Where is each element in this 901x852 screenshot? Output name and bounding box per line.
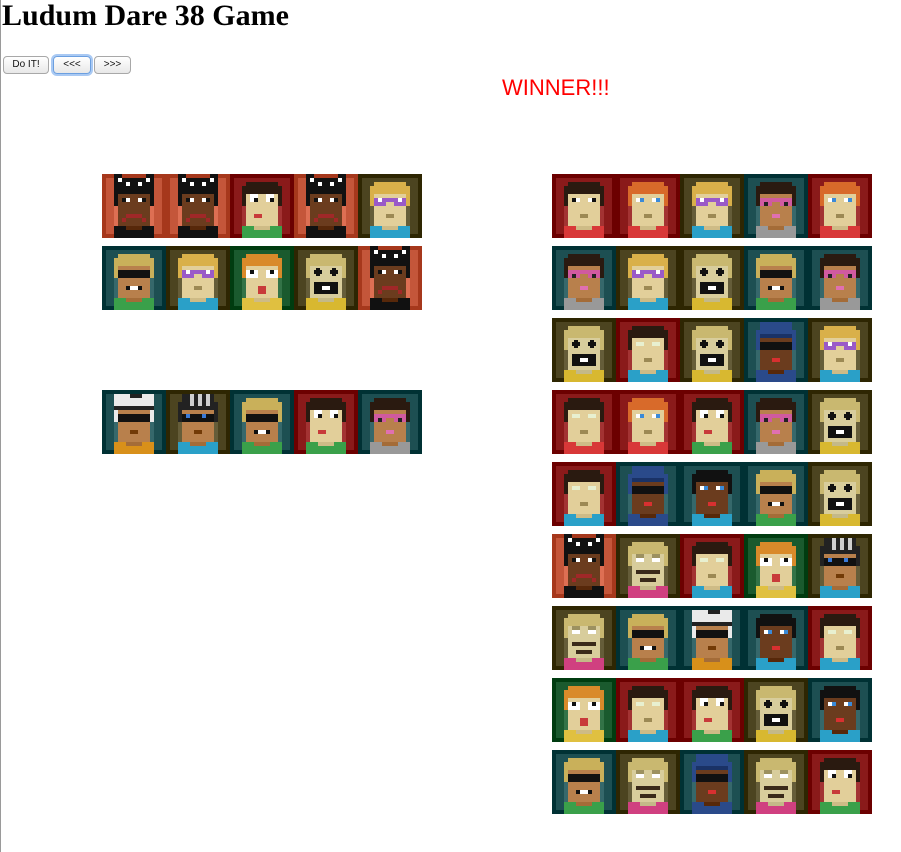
page-title: Ludum Dare 38 Game (2, 0, 289, 32)
right-team-avatar (680, 750, 744, 814)
right-team-avatar (744, 750, 808, 814)
right-team-avatar (808, 606, 872, 670)
left-team-avatar (230, 246, 294, 310)
right-team-avatar (808, 174, 872, 238)
right-team-avatar (552, 246, 616, 310)
right-team-row (552, 606, 872, 670)
right-team-row (552, 750, 872, 814)
right-team-avatar (616, 246, 680, 310)
right-team-avatar (744, 678, 808, 742)
right-team-avatar (552, 534, 616, 598)
right-team-avatar (680, 462, 744, 526)
right-team-avatar (616, 750, 680, 814)
left-team-avatar (102, 174, 166, 238)
right-team-avatar (744, 606, 808, 670)
left-team-row (102, 246, 422, 310)
right-team-avatar (552, 174, 616, 238)
left-team-avatar (358, 174, 422, 238)
right-team-avatar (552, 606, 616, 670)
right-team-avatar (680, 246, 744, 310)
right-team-row (552, 174, 872, 238)
left-team-avatar (358, 390, 422, 454)
right-team-avatar (680, 606, 744, 670)
do-it-button[interactable]: Do IT! (3, 56, 49, 74)
left-team-row (102, 174, 422, 238)
right-team-avatar (680, 174, 744, 238)
window-left-edge (0, 0, 1, 852)
right-team-avatar (616, 318, 680, 382)
right-team-avatar (552, 390, 616, 454)
right-team-row (552, 390, 872, 454)
right-team-avatar (680, 678, 744, 742)
right-team-avatar (808, 534, 872, 598)
left-team-avatar (294, 174, 358, 238)
right-team-avatar (744, 534, 808, 598)
previous-button[interactable]: <<< (53, 56, 91, 74)
left-team-avatar (358, 246, 422, 310)
right-team-avatar (680, 390, 744, 454)
right-team-avatar (744, 246, 808, 310)
right-team-avatar (744, 174, 808, 238)
right-team-avatar (808, 678, 872, 742)
right-team-avatar (552, 678, 616, 742)
right-team-row (552, 678, 872, 742)
right-team-row (552, 462, 872, 526)
right-team-avatar (744, 462, 808, 526)
right-team-avatar (680, 534, 744, 598)
right-team-row (552, 534, 872, 598)
right-team-grid (552, 174, 872, 820)
right-team-avatar (744, 390, 808, 454)
left-team-avatar (166, 390, 230, 454)
left-team-avatar (230, 390, 294, 454)
winner-status: WINNER!!! (502, 75, 610, 100)
right-team-avatar (616, 606, 680, 670)
right-team-row (552, 318, 872, 382)
left-team-avatar (166, 174, 230, 238)
right-team-avatar (680, 318, 744, 382)
right-team-avatar (616, 390, 680, 454)
right-team-avatar (552, 462, 616, 526)
left-team-grid (102, 174, 422, 460)
right-team-avatar (744, 318, 808, 382)
left-team-avatar (230, 174, 294, 238)
right-team-avatar (808, 750, 872, 814)
left-team-avatar (102, 246, 166, 310)
right-team-avatar (616, 678, 680, 742)
right-team-avatar (616, 174, 680, 238)
left-team-row (102, 390, 422, 454)
next-button[interactable]: >>> (94, 56, 131, 74)
right-team-avatar (616, 534, 680, 598)
right-team-avatar (552, 318, 616, 382)
right-team-avatar (616, 462, 680, 526)
right-team-avatar (552, 750, 616, 814)
right-team-avatar (808, 462, 872, 526)
left-team-avatar (166, 246, 230, 310)
right-team-avatar (808, 318, 872, 382)
right-team-avatar (808, 390, 872, 454)
left-team-avatar (294, 246, 358, 310)
right-team-row (552, 246, 872, 310)
left-team-avatar (294, 390, 358, 454)
left-team-avatar (102, 390, 166, 454)
right-team-avatar (808, 246, 872, 310)
